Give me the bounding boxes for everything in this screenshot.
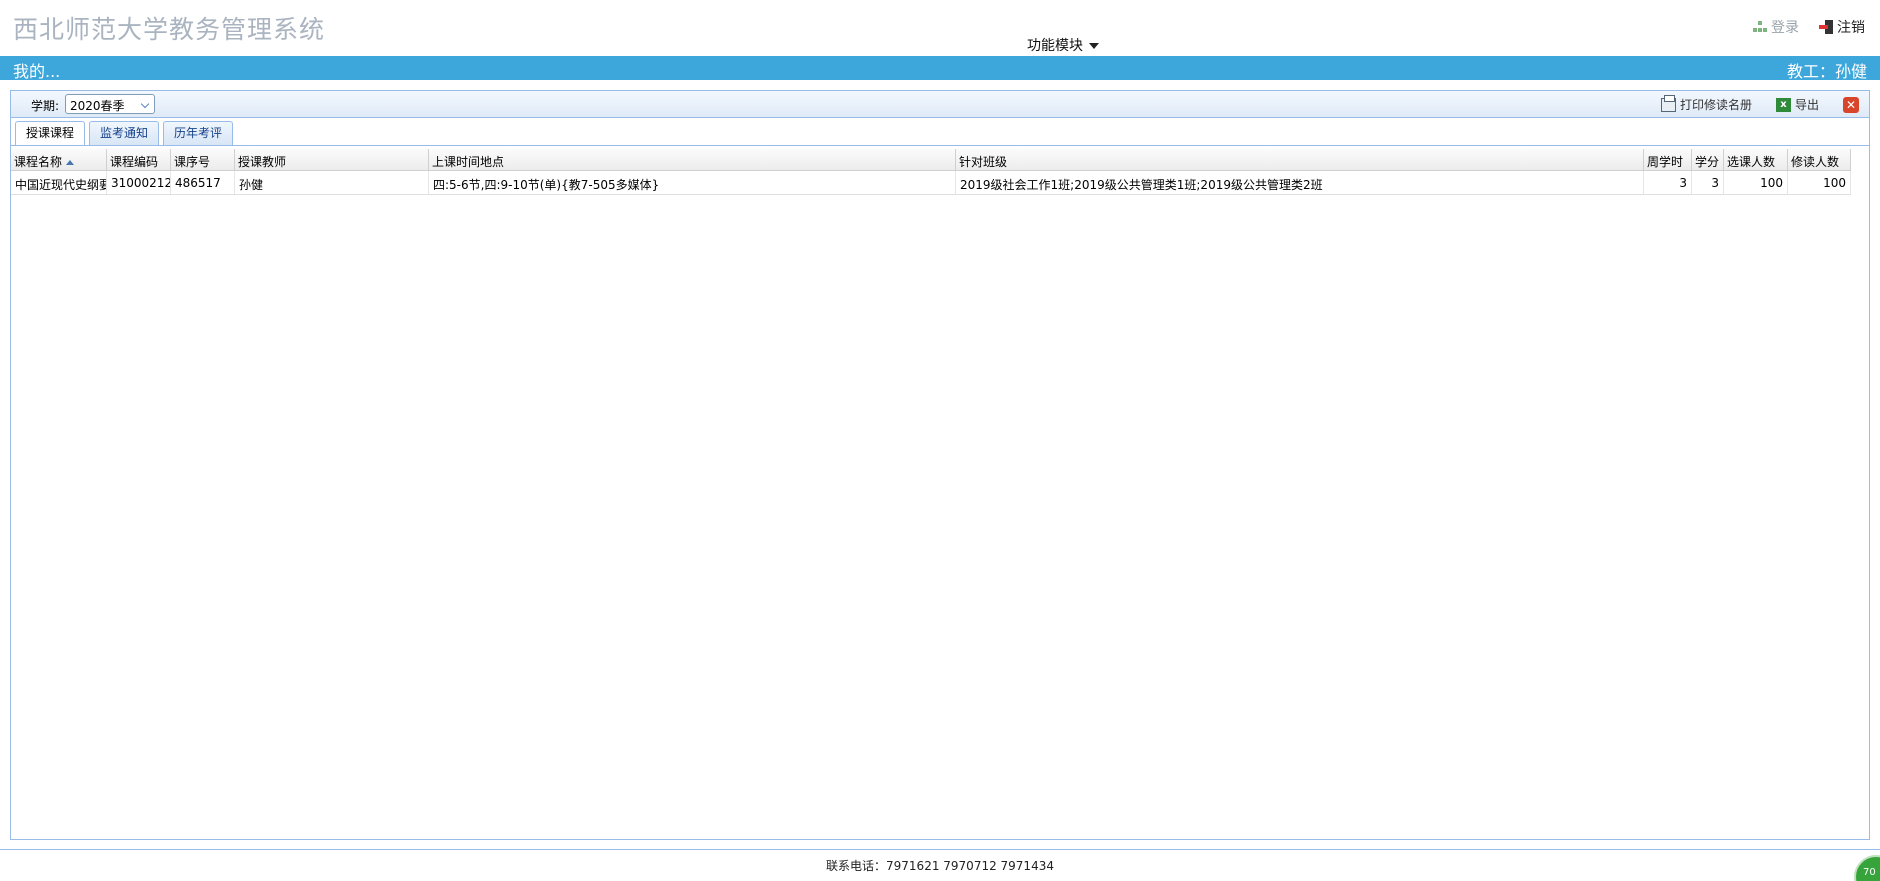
footer-contact: 联系电话：7971621 7970712 7971434 bbox=[826, 859, 1054, 873]
cell-credits: 3 bbox=[1692, 171, 1724, 194]
col-enrolled[interactable]: 选课人数 bbox=[1724, 149, 1788, 170]
term-label: 学期: bbox=[31, 99, 60, 113]
tab-annual-evaluation[interactable]: 历年考评 bbox=[163, 121, 234, 145]
col-course-code[interactable]: 课程编码 bbox=[107, 149, 171, 170]
tab-strip: 授课课程 监考通知 历年考评 bbox=[15, 121, 234, 146]
print-roster-button[interactable]: 打印修读名册 bbox=[1660, 94, 1752, 113]
col-teacher[interactable]: 授课教师 bbox=[235, 149, 429, 170]
top-links: 登录 注销 bbox=[1753, 17, 1865, 37]
logout-label: 注销 bbox=[1837, 20, 1865, 36]
col-weekly-hours[interactable]: 周学时 bbox=[1644, 149, 1692, 170]
col-course-name[interactable]: 课程名称 bbox=[11, 149, 107, 170]
close-icon[interactable]: ✕ bbox=[1843, 96, 1859, 113]
tab-teaching-courses[interactable]: 授课课程 bbox=[15, 121, 86, 146]
cell-target-class: 2019级社会工作1班;2019级公共管理类1班;2019级公共管理类2班 bbox=[956, 171, 1644, 194]
col-taking[interactable]: 修读人数 bbox=[1788, 149, 1851, 170]
footer-divider bbox=[0, 849, 1880, 850]
cell-enrolled: 100 bbox=[1724, 171, 1788, 194]
caret-down-icon bbox=[1089, 43, 1099, 49]
table-header: 课程名称 课程编码 课序号 授课教师 上课时间地点 针对班级 周学时 学分 选课… bbox=[11, 149, 1851, 171]
cell-course-name: 中国近现代史纲要 bbox=[11, 171, 107, 194]
cell-section-no: 486517 bbox=[171, 171, 235, 194]
tab-exam-notices[interactable]: 监考通知 bbox=[89, 121, 160, 145]
chevron-down-icon bbox=[140, 99, 150, 109]
cell-time-location: 四:5-6节,四:9-10节(单){教7-505多媒体} bbox=[429, 171, 956, 194]
function-module-label: 功能模块 bbox=[1027, 38, 1083, 54]
term-value: 2020春季 bbox=[70, 99, 125, 113]
col-target-class[interactable]: 针对班级 bbox=[956, 149, 1644, 170]
cell-teacher: 孙健 bbox=[235, 171, 429, 194]
print-roster-label: 打印修读名册 bbox=[1679, 98, 1752, 112]
header: 西北师范大学教务管理系统 功能模块 登录 注销 bbox=[0, 0, 1880, 56]
system-title: 西北师范大学教务管理系统 bbox=[13, 15, 326, 44]
col-credits[interactable]: 学分 bbox=[1692, 149, 1724, 170]
table-row[interactable]: 中国近现代史纲要 31000212 486517 孙健 四:5-6节,四:9-1… bbox=[11, 171, 1851, 195]
sort-asc-icon bbox=[66, 160, 75, 165]
term-select[interactable]: 2020春季 bbox=[65, 94, 155, 114]
printer-icon bbox=[1660, 94, 1676, 112]
login-icon bbox=[1753, 21, 1767, 33]
export-label: 导出 bbox=[1794, 98, 1819, 112]
panel-toolbar: 学期: 2020春季 打印修读名册 x 导出 ✕ bbox=[11, 91, 1869, 118]
excel-icon: x bbox=[1775, 97, 1791, 112]
col-section-no[interactable]: 课序号 bbox=[171, 149, 235, 170]
course-table: 课程名称 课程编码 课序号 授课教师 上课时间地点 针对班级 周学时 学分 选课… bbox=[11, 149, 1851, 195]
my-menu[interactable]: 我的... bbox=[13, 58, 60, 82]
logout-icon bbox=[1819, 20, 1833, 34]
cell-taking: 100 bbox=[1788, 171, 1851, 194]
col-time-location[interactable]: 上课时间地点 bbox=[429, 149, 956, 170]
cell-weekly-hours: 3 bbox=[1644, 171, 1692, 194]
export-button[interactable]: x 导出 bbox=[1775, 96, 1819, 113]
user-info: 教工：孙健 bbox=[1786, 62, 1867, 81]
tab-divider bbox=[11, 145, 1869, 146]
function-module-menu[interactable]: 功能模块 bbox=[1027, 35, 1099, 55]
main-panel: 学期: 2020春季 打印修读名册 x 导出 ✕ 授课课程 监考通知 历年考评 … bbox=[10, 90, 1870, 840]
login-label: 登录 bbox=[1771, 20, 1799, 36]
cell-course-code: 31000212 bbox=[107, 171, 171, 194]
login-link[interactable]: 登录 bbox=[1753, 17, 1799, 37]
toolbar-actions: 打印修读名册 x 导出 ✕ bbox=[1660, 94, 1859, 113]
nav-bar: 我的... 教工：孙健 bbox=[0, 56, 1880, 82]
logout-link[interactable]: 注销 bbox=[1819, 17, 1865, 37]
